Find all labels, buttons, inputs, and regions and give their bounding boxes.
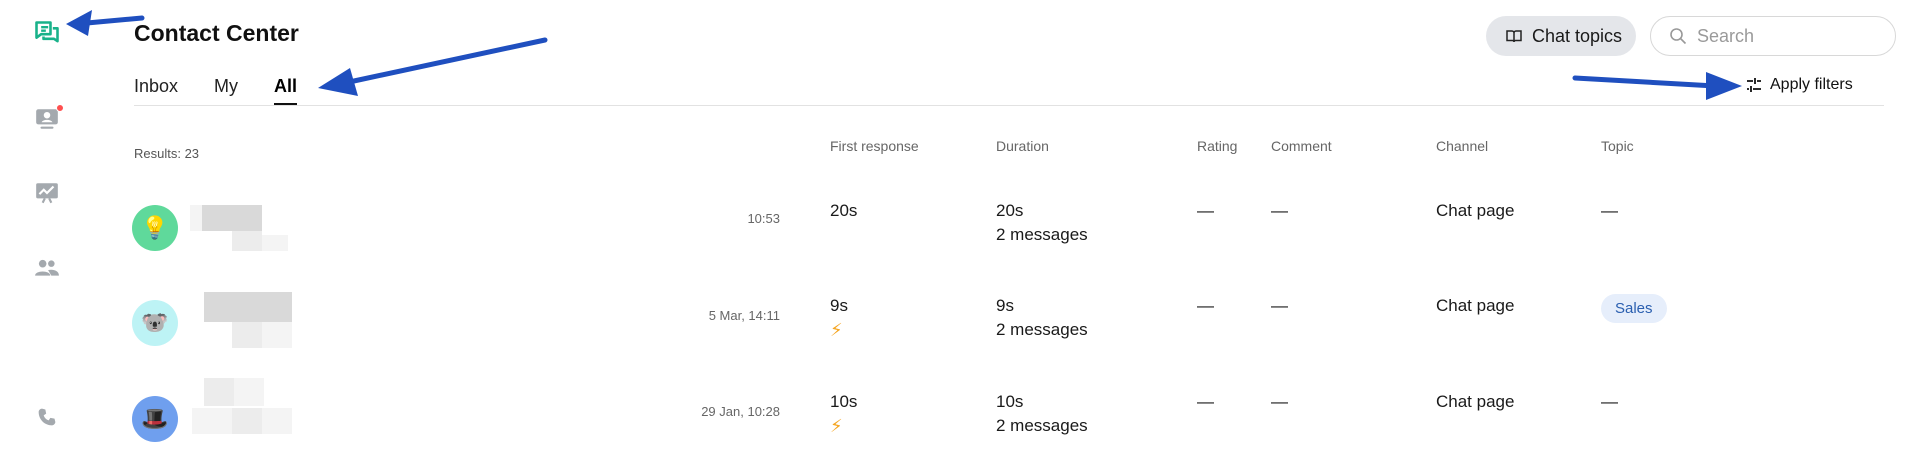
redacted-preview-edge (262, 322, 292, 348)
redacted-name (204, 378, 234, 406)
column-rating: Rating (1197, 138, 1238, 154)
comment: — (1271, 296, 1288, 315)
column-channel: Channel (1436, 138, 1489, 154)
table-row[interactable]: 🎩 29 Jan, 10:28 10s ⚡ 10s 2 messages — —… (130, 378, 1890, 464)
phone-icon (38, 408, 56, 426)
comment: — (1271, 392, 1288, 411)
message-count: 2 messages (996, 225, 1088, 244)
row-time: 5 Mar, 14:11 (708, 308, 780, 323)
first-response: 9s (830, 296, 848, 315)
avatar: 💡 (132, 205, 178, 251)
topic: — (1601, 201, 1618, 220)
tab-bar: Inbox My All (134, 76, 333, 105)
avatar: 🐨 (132, 300, 178, 346)
duration: 9s (996, 296, 1014, 315)
channel: Chat page (1436, 296, 1515, 315)
team-icon (35, 259, 59, 276)
comment: — (1271, 201, 1288, 220)
column-comment: Comment (1271, 138, 1332, 154)
sidebar-item-analytics[interactable] (32, 178, 62, 208)
topic: — (1601, 392, 1618, 411)
column-topic: Topic (1601, 138, 1634, 154)
tab-all[interactable]: All (274, 76, 298, 105)
redacted-preview-edge (262, 235, 288, 251)
redacted-preview-edge (192, 408, 232, 434)
redacted-preview (232, 322, 262, 348)
first-response: 10s (830, 392, 858, 411)
book-icon (1506, 30, 1522, 43)
fast-response-icon: ⚡ (830, 320, 843, 340)
message-count: 2 messages (996, 320, 1088, 339)
row-time: 10:53 (747, 211, 780, 226)
filter-sliders-icon (1747, 78, 1761, 92)
rating: — (1197, 201, 1214, 220)
chat-icon (35, 21, 59, 43)
annotation-arrow (318, 37, 548, 96)
header-divider (134, 105, 1884, 106)
redacted-name (204, 292, 292, 322)
apply-filters-button[interactable]: Apply filters (1746, 76, 1853, 94)
channel: Chat page (1436, 392, 1515, 411)
page-title: Contact Center (134, 20, 299, 46)
avatar: 🎩 (132, 396, 178, 442)
sidebar-item-team[interactable] (32, 253, 62, 283)
redacted-preview (232, 408, 262, 434)
column-duration: Duration (996, 138, 1049, 154)
fast-response-icon: ⚡ (830, 416, 843, 436)
redacted-preview (232, 231, 262, 251)
search-box[interactable] (1650, 16, 1896, 56)
message-count: 2 messages (996, 416, 1088, 435)
search-input[interactable] (1697, 25, 1877, 47)
topic-badge[interactable]: Sales (1601, 294, 1667, 323)
redacted-name-edge (234, 378, 264, 406)
apply-filters-label: Apply filters (1770, 76, 1853, 93)
search-icon (1670, 28, 1687, 45)
duration: 20s (996, 201, 1024, 220)
table-row[interactable]: 💡 10:53 20s 20s 2 messages — — Chat page… (130, 201, 1890, 295)
sidebar-item-chats[interactable] (32, 18, 62, 48)
rating: — (1197, 296, 1214, 315)
rating: — (1197, 392, 1214, 411)
redacted-name (202, 205, 262, 231)
chat-topics-label: Chat topics (1532, 25, 1623, 46)
analytics-icon (36, 183, 58, 204)
first-response: 20s (830, 201, 858, 220)
table-row[interactable]: 🐨 5 Mar, 14:11 9s ⚡ 9s 2 messages — — Ch… (130, 292, 1890, 390)
tab-inbox[interactable]: Inbox (134, 76, 178, 105)
sidebar (0, 0, 96, 464)
column-first-response: First response (830, 138, 919, 154)
redacted-preview-edge (262, 408, 292, 434)
notification-dot (56, 104, 64, 112)
chat-topics-button[interactable]: Chat topics (1486, 16, 1636, 56)
sidebar-item-visitors[interactable] (32, 104, 64, 134)
tab-my[interactable]: My (214, 76, 238, 105)
row-time: 29 Jan, 10:28 (701, 404, 780, 419)
results-count: Results: 23 (134, 146, 200, 161)
channel: Chat page (1436, 201, 1515, 220)
annotation-arrow (1572, 72, 1742, 100)
sidebar-item-calls[interactable] (32, 402, 62, 432)
duration: 10s (996, 392, 1024, 411)
redacted-name-edge (190, 205, 202, 231)
